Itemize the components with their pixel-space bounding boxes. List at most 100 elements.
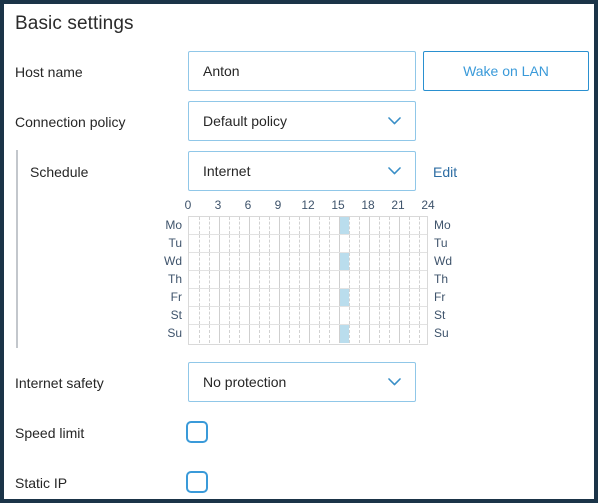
schedule-gridline xyxy=(379,253,380,270)
schedule-gridline xyxy=(259,271,260,288)
schedule-gridline xyxy=(399,217,400,234)
speed-limit-checkbox[interactable] xyxy=(186,421,208,443)
schedule-day-row[interactable] xyxy=(189,235,427,253)
schedule-gridline xyxy=(269,235,270,252)
schedule-gridline xyxy=(259,253,260,270)
connection-policy-select[interactable]: Default policy xyxy=(188,101,416,141)
schedule-cell-active[interactable] xyxy=(339,217,349,234)
settings-page-inner: Basic settings Host name Wake on LAN Con… xyxy=(4,4,594,499)
schedule-edit-link[interactable]: Edit xyxy=(433,164,457,180)
schedule-gridline xyxy=(329,271,330,288)
schedule-gridline xyxy=(399,289,400,306)
schedule-gridline xyxy=(359,289,360,306)
schedule-day-label: Mo xyxy=(434,218,451,232)
schedule-day-row[interactable] xyxy=(189,307,427,325)
schedule-day-row[interactable] xyxy=(189,325,427,343)
schedule-gridline xyxy=(289,253,290,270)
host-name-field[interactable] xyxy=(188,51,416,91)
schedule-gridline xyxy=(409,325,410,343)
schedule-gridline xyxy=(349,271,350,288)
schedule-gridline xyxy=(239,271,240,288)
schedule-gridline xyxy=(399,253,400,270)
schedule-gridline xyxy=(339,289,340,306)
schedule-gridline xyxy=(379,217,380,234)
schedule-gridline xyxy=(219,307,220,324)
schedule-gridline xyxy=(219,289,220,306)
schedule-gridline xyxy=(259,217,260,234)
schedule-day-label: Su xyxy=(434,326,449,340)
schedule-day-row[interactable] xyxy=(189,217,427,235)
schedule-gridline xyxy=(309,253,310,270)
schedule-gridline xyxy=(259,325,260,343)
schedule-gridline xyxy=(199,253,200,270)
schedule-gridline xyxy=(349,235,350,252)
schedule-gridline xyxy=(259,235,260,252)
internet-safety-select[interactable]: No protection xyxy=(188,362,416,402)
schedule-gridline xyxy=(279,307,280,324)
schedule-gridline xyxy=(229,217,230,234)
schedule-gridline xyxy=(289,217,290,234)
schedule-day-row[interactable] xyxy=(189,271,427,289)
schedule-gridline xyxy=(249,217,250,234)
schedule-gridline xyxy=(359,235,360,252)
schedule-hour-tick: 24 xyxy=(421,198,435,212)
schedule-gridline xyxy=(319,235,320,252)
schedule-gridline xyxy=(219,325,220,343)
schedule-grid-body[interactable] xyxy=(188,216,428,345)
schedule-gridline xyxy=(419,289,420,306)
schedule-cell-active[interactable] xyxy=(339,325,349,343)
host-name-input[interactable] xyxy=(189,52,415,90)
wake-on-lan-button[interactable]: Wake on LAN xyxy=(423,51,589,91)
schedule-indent-bar xyxy=(16,150,18,348)
schedule-gridline xyxy=(229,307,230,324)
schedule-gridline xyxy=(349,217,350,234)
schedule-day-label: Fr xyxy=(170,290,182,304)
schedule-gridline xyxy=(369,235,370,252)
schedule-gridline xyxy=(199,235,200,252)
schedule-gridline xyxy=(299,307,300,324)
schedule-gridline xyxy=(269,289,270,306)
schedule-gridline xyxy=(339,217,340,234)
schedule-gridline xyxy=(329,307,330,324)
schedule-gridline xyxy=(209,325,210,343)
schedule-gridline xyxy=(339,235,340,252)
schedule-gridline xyxy=(329,325,330,343)
schedule-day-row[interactable] xyxy=(189,253,427,271)
schedule-cell-active[interactable] xyxy=(339,253,349,270)
schedule-gridline xyxy=(359,325,360,343)
wake-on-lan-label: Wake on LAN xyxy=(463,63,549,79)
schedule-gridline xyxy=(329,253,330,270)
static-ip-checkbox[interactable] xyxy=(186,471,208,493)
schedule-gridline xyxy=(279,271,280,288)
schedule-gridline xyxy=(319,325,320,343)
schedule-grid[interactable]: 0 3 6 9 12 15 18 21 24 Mo Tu Wd Th Fr St Su Mo Tu Wd Th Fr… xyxy=(164,198,452,346)
chevron-down-icon xyxy=(388,378,401,386)
settings-page: Basic settings Host name Wake on LAN Con… xyxy=(0,0,598,503)
schedule-gridline xyxy=(409,289,410,306)
chevron-down-icon xyxy=(388,167,401,175)
schedule-gridline xyxy=(199,325,200,343)
schedule-gridline xyxy=(299,271,300,288)
schedule-gridline xyxy=(249,289,250,306)
schedule-gridline xyxy=(409,253,410,270)
schedule-gridline xyxy=(319,217,320,234)
schedule-cell-active[interactable] xyxy=(339,289,349,306)
schedule-gridline xyxy=(369,289,370,306)
schedule-gridline xyxy=(319,307,320,324)
schedule-day-label: Tu xyxy=(168,236,182,250)
schedule-gridline xyxy=(329,217,330,234)
schedule-gridline xyxy=(369,325,370,343)
schedule-gridline xyxy=(229,235,230,252)
schedule-gridline xyxy=(269,271,270,288)
schedule-gridline xyxy=(309,325,310,343)
schedule-gridline xyxy=(389,307,390,324)
schedule-hour-tick: 0 xyxy=(184,198,192,212)
schedule-gridline xyxy=(249,253,250,270)
schedule-gridline xyxy=(299,217,300,234)
schedule-select[interactable]: Internet xyxy=(188,151,416,191)
schedule-gridline xyxy=(279,289,280,306)
schedule-hour-axis: 0 3 6 9 12 15 18 21 24 xyxy=(184,198,435,214)
schedule-day-row[interactable] xyxy=(189,289,427,307)
schedule-gridline xyxy=(349,253,350,270)
connection-policy-value: Default policy xyxy=(203,113,288,129)
